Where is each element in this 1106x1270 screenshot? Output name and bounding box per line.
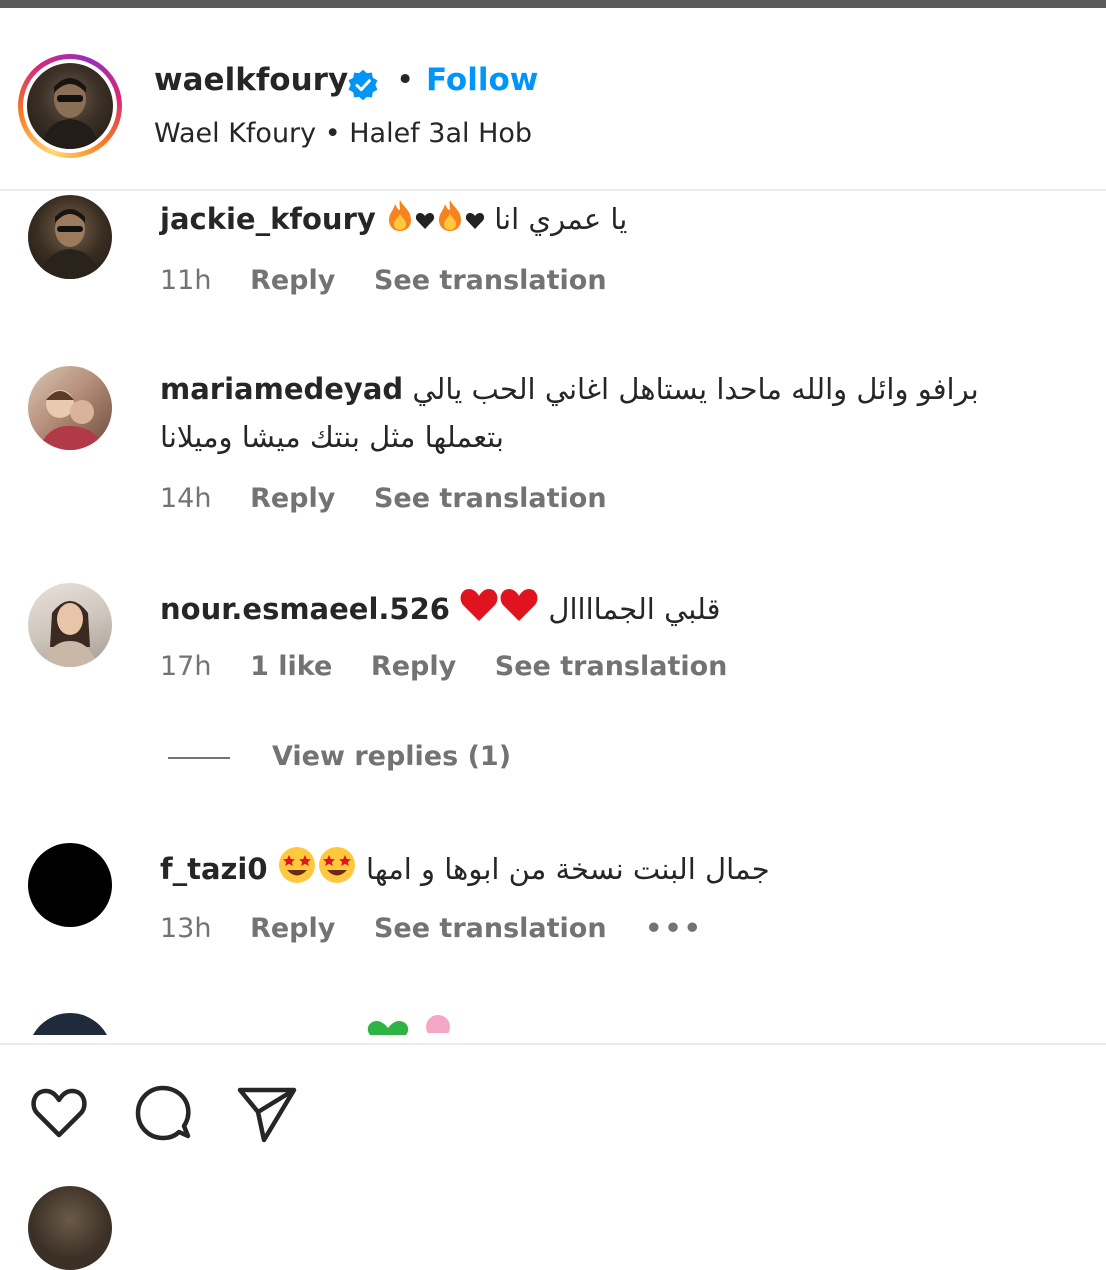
follow-button[interactable]: Follow bbox=[426, 62, 538, 98]
see-translation-button[interactable]: See translation bbox=[374, 913, 607, 944]
reply-button[interactable]: Reply bbox=[250, 913, 335, 944]
see-translation-button[interactable]: See translation bbox=[495, 651, 728, 682]
comment-bubble-icon[interactable] bbox=[132, 1082, 194, 1144]
comments-list[interactable]: jackie_kfoury يا عمري انا 11h Reply See … bbox=[0, 193, 1106, 1035]
green-heart-emoji-icon bbox=[367, 1021, 409, 1035]
more-options-button[interactable]: ••• bbox=[645, 913, 703, 944]
comment-body: f_tazi0 جمال البنت نسخة من ابوها و امها bbox=[160, 845, 1096, 897]
commenter-avatar[interactable] bbox=[28, 583, 112, 667]
black-heart-emoji-icon bbox=[465, 199, 485, 243]
view-replies-button[interactable]: View replies (1) bbox=[168, 741, 511, 772]
commenter-avatar[interactable] bbox=[28, 1013, 112, 1035]
reply-button[interactable]: Reply bbox=[371, 651, 456, 682]
comment-username[interactable]: mariamedeyad bbox=[160, 372, 403, 406]
post-subtitle[interactable]: Wael Kfoury • Halef 3al Hob bbox=[154, 118, 532, 149]
comment-meta: 11h Reply See translation bbox=[160, 265, 637, 296]
footer-divider bbox=[0, 1043, 1106, 1045]
comment-text: قلبي الجماااال bbox=[548, 592, 721, 626]
comment-text: برافو وائل والله ماحدا يستاهل اغاني الحب… bbox=[412, 372, 979, 406]
replies-connector-line bbox=[168, 756, 230, 759]
comment-time: 11h bbox=[160, 265, 212, 296]
comment-time: 14h bbox=[160, 483, 212, 514]
comment-username[interactable]: nour.esmaeel.526 bbox=[160, 592, 450, 626]
paper-plane-icon[interactable] bbox=[236, 1082, 298, 1144]
comment-username[interactable]: f_tazi0 bbox=[160, 852, 268, 886]
comment-body: nour.esmaeel.526 قلبي الجماااال bbox=[160, 587, 1096, 635]
commenter-avatar[interactable] bbox=[28, 195, 112, 279]
comment-text: يا عمري انا bbox=[494, 202, 628, 236]
post-header: waelkfoury • Follow Wael Kfoury • Halef … bbox=[0, 8, 1106, 191]
comment-username[interactable]: jackie_kfoury bbox=[160, 202, 376, 236]
comment-body: jackie_kfoury يا عمري انا bbox=[160, 197, 1096, 244]
comment-text: جمال البنت نسخة من ابوها و امها bbox=[365, 852, 770, 886]
comment-text-continued: بتعملها مثل بنتك ميشا وميلانا bbox=[160, 420, 505, 454]
comment-meta: 17h 1 like Reply See translation bbox=[160, 651, 757, 682]
comment-meta: 13h Reply See translation ••• bbox=[160, 913, 733, 944]
see-translation-button[interactable]: See translation bbox=[374, 265, 607, 296]
fire-emoji-icon bbox=[385, 198, 415, 244]
commenter-avatar[interactable] bbox=[28, 843, 112, 927]
black-heart-emoji-icon bbox=[415, 199, 435, 243]
fire-emoji-icon bbox=[435, 198, 465, 244]
red-heart-emoji-icon bbox=[499, 587, 539, 635]
comment-body-line-2: بتعملها مثل بنتك ميشا وميلانا bbox=[160, 415, 1096, 459]
heart-outline-icon[interactable] bbox=[28, 1082, 90, 1144]
author-avatar[interactable] bbox=[18, 54, 122, 158]
window-top-bar bbox=[0, 0, 1106, 8]
reply-button[interactable]: Reply bbox=[250, 483, 335, 514]
header-separator: • bbox=[396, 62, 415, 98]
commenter-avatar[interactable] bbox=[28, 366, 112, 450]
see-translation-button[interactable]: See translation bbox=[374, 483, 607, 514]
header-divider bbox=[0, 189, 1106, 191]
star-struck-emoji-icon bbox=[317, 845, 357, 897]
comment-meta: 14h Reply See translation bbox=[160, 483, 637, 514]
red-heart-emoji-icon bbox=[459, 587, 499, 635]
reply-button[interactable]: Reply bbox=[250, 265, 335, 296]
comment-body: mariamedeyad برافو وائل والله ماحدا يستا… bbox=[160, 367, 1096, 411]
view-replies-label: View replies (1) bbox=[272, 741, 512, 772]
comment-time: 17h bbox=[160, 651, 212, 682]
current-user-avatar[interactable] bbox=[28, 1186, 112, 1270]
cherry-blossom-emoji-icon bbox=[426, 1015, 450, 1033]
likes-count[interactable]: 1 like bbox=[250, 651, 332, 682]
verified-badge-icon bbox=[348, 69, 378, 101]
comment-time: 13h bbox=[160, 913, 212, 944]
author-username[interactable]: waelkfoury bbox=[154, 62, 348, 98]
star-struck-emoji-icon bbox=[277, 845, 317, 897]
